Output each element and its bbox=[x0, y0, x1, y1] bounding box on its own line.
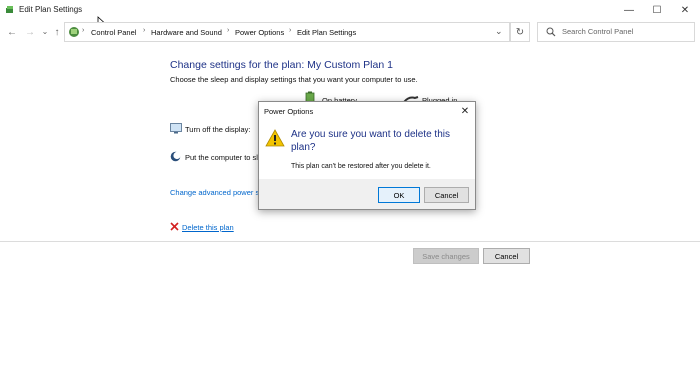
breadcrumb-power-options[interactable]: Power Options bbox=[235, 28, 284, 37]
page-title: Change settings for the plan: My Custom … bbox=[170, 59, 393, 71]
control-panel-icon bbox=[69, 27, 79, 37]
delete-icon bbox=[170, 222, 179, 231]
address-dropdown-icon[interactable]: ⌄ bbox=[495, 26, 503, 37]
sleep-icon bbox=[170, 151, 181, 162]
refresh-button[interactable]: ↻ bbox=[510, 22, 530, 42]
sleep-label: Put the computer to sl bbox=[185, 153, 258, 162]
dialog-message: This plan can't be restored after you de… bbox=[291, 163, 431, 170]
breadcrumb-separator: › bbox=[143, 27, 146, 34]
forward-button[interactable]: → bbox=[24, 25, 36, 39]
breadcrumb-hardware-and-sound[interactable]: Hardware and Sound bbox=[151, 28, 222, 37]
dialog-question: Are you sure you want to delete this pla… bbox=[291, 129, 450, 153]
power-options-icon bbox=[6, 6, 13, 13]
close-button[interactable]: ✕ bbox=[672, 0, 698, 20]
breadcrumb-separator: › bbox=[227, 27, 230, 34]
footer-divider bbox=[0, 241, 700, 242]
breadcrumb-separator: › bbox=[82, 27, 85, 34]
dialog-cancel-button[interactable]: Cancel bbox=[424, 187, 469, 203]
maximize-button[interactable]: ☐ bbox=[644, 0, 670, 20]
delete-plan-link[interactable]: Delete this plan bbox=[182, 223, 234, 232]
save-changes-button[interactable]: Save changes bbox=[413, 248, 479, 264]
breadcrumb-control-panel[interactable]: Control Panel bbox=[91, 28, 136, 37]
back-button[interactable]: ← bbox=[6, 25, 18, 39]
dialog-close-button[interactable]: ✕ bbox=[457, 104, 473, 118]
breadcrumb-separator: › bbox=[289, 27, 292, 34]
search-icon bbox=[546, 27, 556, 37]
confirm-delete-dialog: Power Options ✕ Are you sure you want to… bbox=[258, 101, 476, 210]
search-input[interactable]: Search Control Panel bbox=[537, 22, 695, 42]
page-subtitle: Choose the sleep and display settings th… bbox=[170, 75, 418, 84]
display-icon bbox=[170, 123, 182, 134]
minimize-button[interactable]: — bbox=[616, 0, 642, 20]
dialog-ok-button[interactable]: OK bbox=[378, 187, 420, 203]
breadcrumb-edit-plan-settings[interactable]: Edit Plan Settings bbox=[297, 28, 356, 37]
turn-off-display-label: Turn off the display: bbox=[185, 125, 251, 134]
cancel-button[interactable]: Cancel bbox=[483, 248, 530, 264]
address-bar[interactable]: › Control Panel › Hardware and Sound › P… bbox=[64, 22, 510, 42]
dialog-title: Power Options bbox=[264, 107, 314, 116]
window-title: Edit Plan Settings bbox=[19, 5, 83, 14]
change-advanced-settings-link[interactable]: Change advanced power se bbox=[170, 188, 263, 197]
recent-locations-button[interactable]: ⌄ bbox=[39, 24, 51, 38]
warning-icon bbox=[265, 129, 285, 147]
dialog-button-bar: OK Cancel bbox=[259, 179, 475, 209]
search-placeholder: Search Control Panel bbox=[562, 27, 634, 36]
up-button[interactable]: ↑ bbox=[51, 25, 63, 39]
